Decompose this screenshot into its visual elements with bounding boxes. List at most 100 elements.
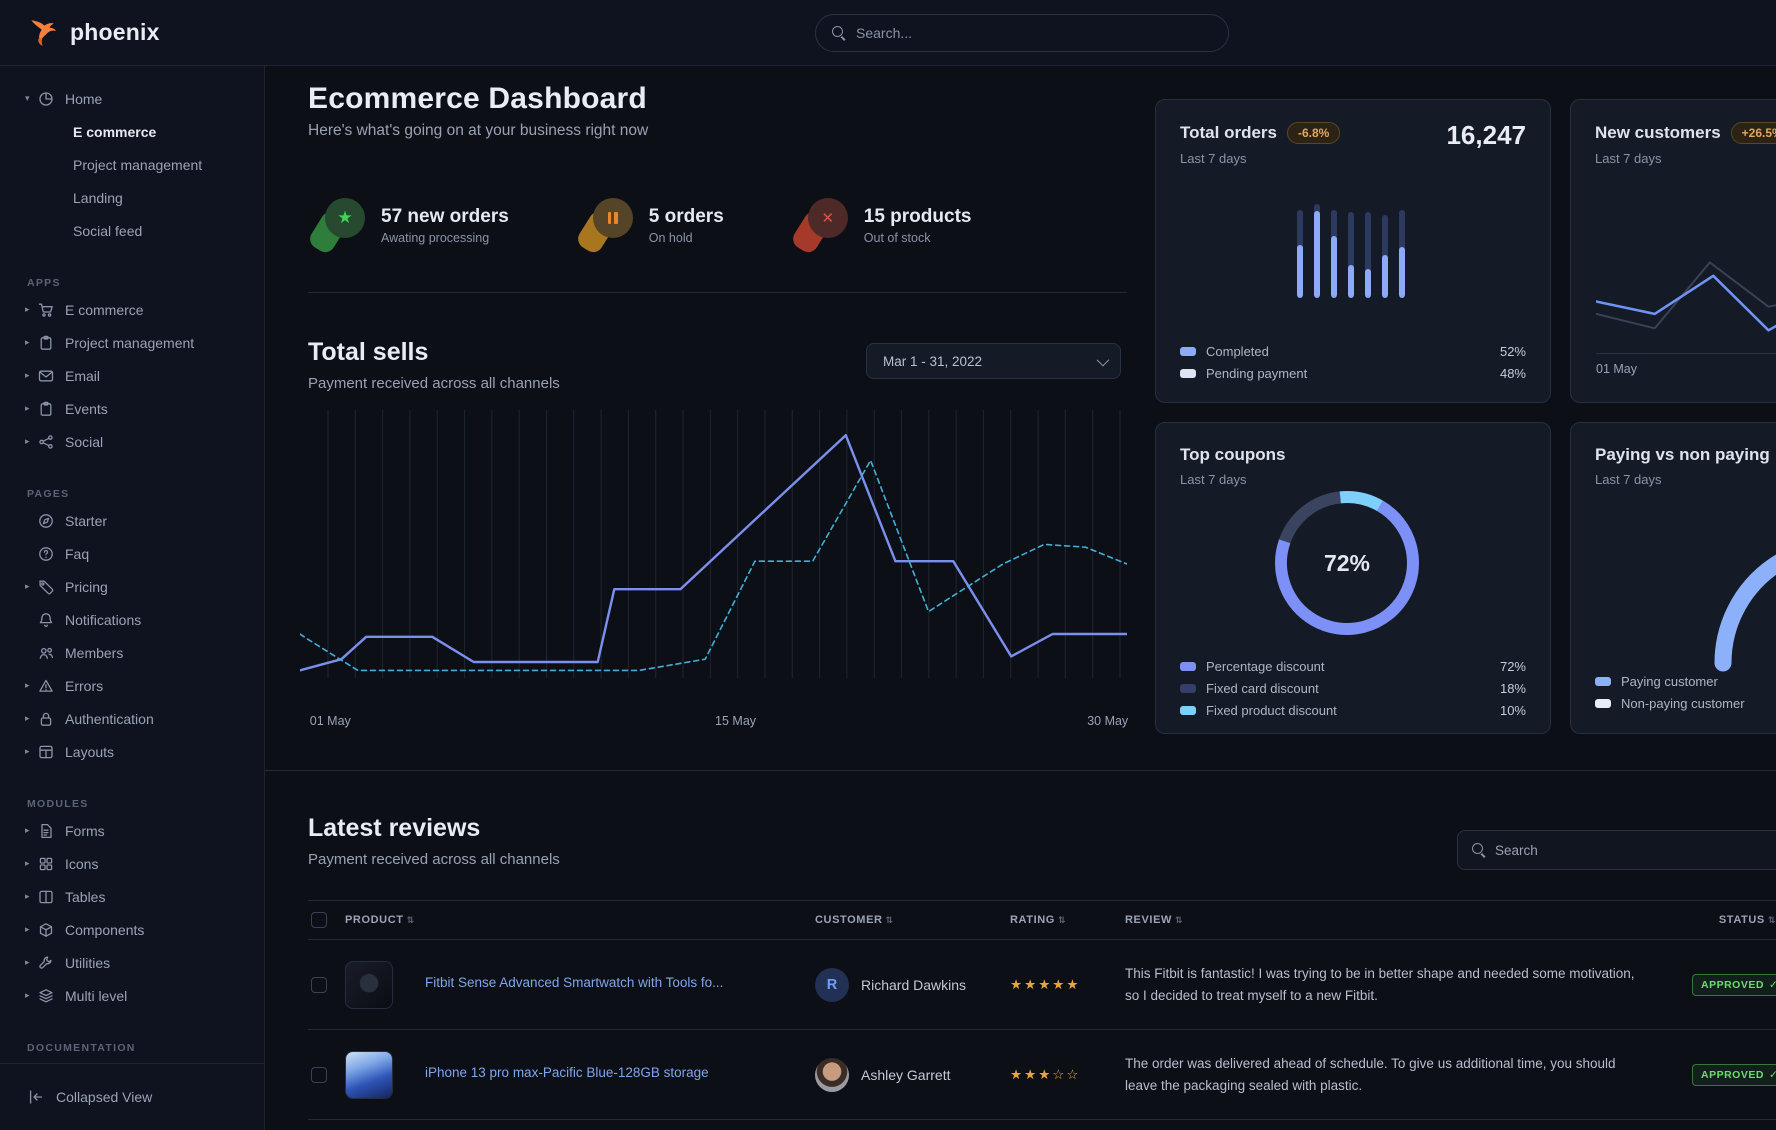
phoenix-logo-icon xyxy=(26,16,60,50)
divider xyxy=(308,292,1127,293)
sidebar-item-forms[interactable]: ▸Forms xyxy=(0,814,264,847)
col-rating[interactable]: RATING⇅ xyxy=(1005,914,1120,926)
brand-logo[interactable]: phoenix xyxy=(26,16,160,50)
sidebar-item-faq[interactable]: Faq xyxy=(0,537,264,570)
table-header-row: PRODUCT⇅ CUSTOMER⇅RATING⇅REVIEW⇅STATUS⇅ xyxy=(308,900,1776,940)
table-row: iPhone 13 pro max-Pacific Blue-128GB sto… xyxy=(308,1030,1776,1120)
new-customers-badge: +26.5% xyxy=(1731,122,1776,144)
total-orders-title: Total orders xyxy=(1180,123,1277,143)
paying-title: Paying vs non paying xyxy=(1595,445,1770,465)
paying-period: Last 7 days xyxy=(1595,472,1776,487)
sidebar-item-social-feed[interactable]: Social feed xyxy=(0,214,264,247)
check-icon: ✓ xyxy=(1769,979,1776,991)
product-thumbnail[interactable] xyxy=(345,1051,393,1099)
total-orders-value: 16,247 xyxy=(1446,120,1526,151)
caret-icon: ▸ xyxy=(25,436,38,447)
collapse-view-button[interactable]: Collapsed View xyxy=(0,1063,264,1130)
reviews-search[interactable] xyxy=(1457,830,1776,870)
col-status[interactable]: STATUS⇅ xyxy=(1687,914,1776,926)
sidebar-item-members[interactable]: Members xyxy=(0,636,264,669)
sidebar-item-social[interactable]: ▸Social xyxy=(0,425,264,458)
sidebar-item-project-management[interactable]: ▸Project management xyxy=(0,326,264,359)
sidebar-item-errors[interactable]: ▸Errors xyxy=(0,669,264,702)
clipboard-icon xyxy=(38,401,54,417)
caret-icon: ▸ xyxy=(25,746,38,757)
sidebar-item-layouts[interactable]: ▸Layouts xyxy=(0,735,264,768)
brand-name: phoenix xyxy=(70,19,160,46)
paying-card: Paying vs non paying Last 7 days Paying … xyxy=(1570,422,1776,734)
col-review[interactable]: REVIEW⇅ xyxy=(1120,914,1687,926)
total-sells-title: Total sells xyxy=(308,338,560,367)
customer-name: Richard Dawkins xyxy=(861,977,966,993)
latest-reviews-title: Latest reviews xyxy=(308,814,560,843)
page-subtitle: Here's what's going on at your business … xyxy=(308,122,648,140)
global-search[interactable] xyxy=(815,14,1229,52)
page-title: Ecommerce Dashboard xyxy=(308,82,647,116)
date-range-select[interactable]: Mar 1 - 31, 2022 xyxy=(866,343,1121,379)
sidebar-item-notifications[interactable]: Notifications xyxy=(0,603,264,636)
sidebar-item-pricing[interactable]: ▸Pricing xyxy=(0,570,264,603)
select-all-checkbox[interactable] xyxy=(311,912,327,928)
legend-row: Completed52% xyxy=(1180,340,1526,362)
avatar: R xyxy=(815,968,849,1002)
caret-icon: ▸ xyxy=(25,337,38,348)
row-checkbox[interactable] xyxy=(311,977,327,993)
product-thumbnail[interactable] xyxy=(345,961,393,1009)
sidebar-item-utilities[interactable]: ▸Utilities xyxy=(0,946,264,979)
new-customers-x-label: 01 May xyxy=(1596,362,1637,376)
product-link[interactable]: iPhone 13 pro max-Pacific Blue-128GB sto… xyxy=(420,1065,709,1080)
warning-icon xyxy=(38,678,54,694)
caret-icon: ▸ xyxy=(25,924,38,935)
review-text: The order was delivered ahead of schedul… xyxy=(1120,1053,1687,1096)
sidebar-nav: ▾HomeE commerceProject managementLanding… xyxy=(0,66,264,1058)
paying-legend: Paying customerNon-paying customer xyxy=(1595,670,1776,714)
question-icon xyxy=(38,546,54,562)
caret-icon: ▸ xyxy=(25,858,38,869)
total-sells-subtitle: Payment received across all channels xyxy=(308,375,560,392)
sidebar-item-home[interactable]: ▾Home xyxy=(0,82,264,115)
status-badge: APPROVED✓ xyxy=(1692,1064,1776,1086)
col-customer[interactable]: CUSTOMER⇅ xyxy=(808,914,1005,926)
sidebar-section-apps: APPS xyxy=(0,273,264,293)
col-product[interactable]: PRODUCT⇅ xyxy=(340,914,420,926)
top-coupons-donut-chart: 72% xyxy=(1267,483,1427,643)
sidebar-item-e-commerce[interactable]: E commerce xyxy=(0,115,264,148)
sidebar-item-authentication[interactable]: ▸Authentication xyxy=(0,702,264,735)
sidebar-item-multi-level[interactable]: ▸Multi level xyxy=(0,979,264,1012)
legend-row: Fixed card discount18% xyxy=(1180,677,1526,699)
latest-reviews-subtitle: Payment received across all channels xyxy=(308,851,560,868)
sidebar-item-tables[interactable]: ▸Tables xyxy=(0,880,264,913)
caret-icon: ▸ xyxy=(25,680,38,691)
sidebar-item-landing[interactable]: Landing xyxy=(0,181,264,214)
sidebar-section-documentation: DOCUMENTATION xyxy=(0,1038,264,1058)
reviews-search-input[interactable] xyxy=(1495,843,1745,858)
mail-icon xyxy=(38,368,54,384)
grid-icon xyxy=(38,856,54,872)
collapse-icon xyxy=(28,1089,44,1105)
sidebar-item-email[interactable]: ▸Email xyxy=(0,359,264,392)
sidebar: ▾HomeE commerceProject managementLanding… xyxy=(0,66,265,1130)
share-icon xyxy=(38,434,54,450)
product-link[interactable]: Fitbit Sense Advanced Smartwatch with To… xyxy=(420,975,723,990)
sidebar-item-icons[interactable]: ▸Icons xyxy=(0,847,264,880)
global-search-input[interactable] xyxy=(856,25,1176,41)
tag-icon xyxy=(38,579,54,595)
main-content: Ecommerce Dashboard Here's what's going … xyxy=(265,66,1776,1130)
row-checkbox[interactable] xyxy=(311,1067,327,1083)
layers-icon xyxy=(38,988,54,1004)
sidebar-item-starter[interactable]: Starter xyxy=(0,504,264,537)
legend-row: Percentage discount72% xyxy=(1180,655,1526,677)
search-icon xyxy=(832,26,846,40)
new-customers-card: New customers +26.5% Last 7 days 01 May xyxy=(1570,99,1776,403)
sidebar-item-project-management[interactable]: Project management xyxy=(0,148,264,181)
top-coupons-legend: Percentage discount72%Fixed card discoun… xyxy=(1180,655,1526,721)
caret-icon: ▸ xyxy=(25,403,38,414)
sidebar-item-e-commerce[interactable]: ▸E commerce xyxy=(0,293,264,326)
legend-row: Pending payment48% xyxy=(1180,362,1526,384)
total-orders-card: Total orders -6.8% Last 7 days 16,247 Co… xyxy=(1155,99,1551,403)
sidebar-item-components[interactable]: ▸Components xyxy=(0,913,264,946)
review-text: This Fitbit is fantastic! I was trying t… xyxy=(1120,963,1687,1006)
search-icon xyxy=(1472,843,1486,857)
pie-icon xyxy=(38,91,54,107)
sidebar-item-events[interactable]: ▸Events xyxy=(0,392,264,425)
